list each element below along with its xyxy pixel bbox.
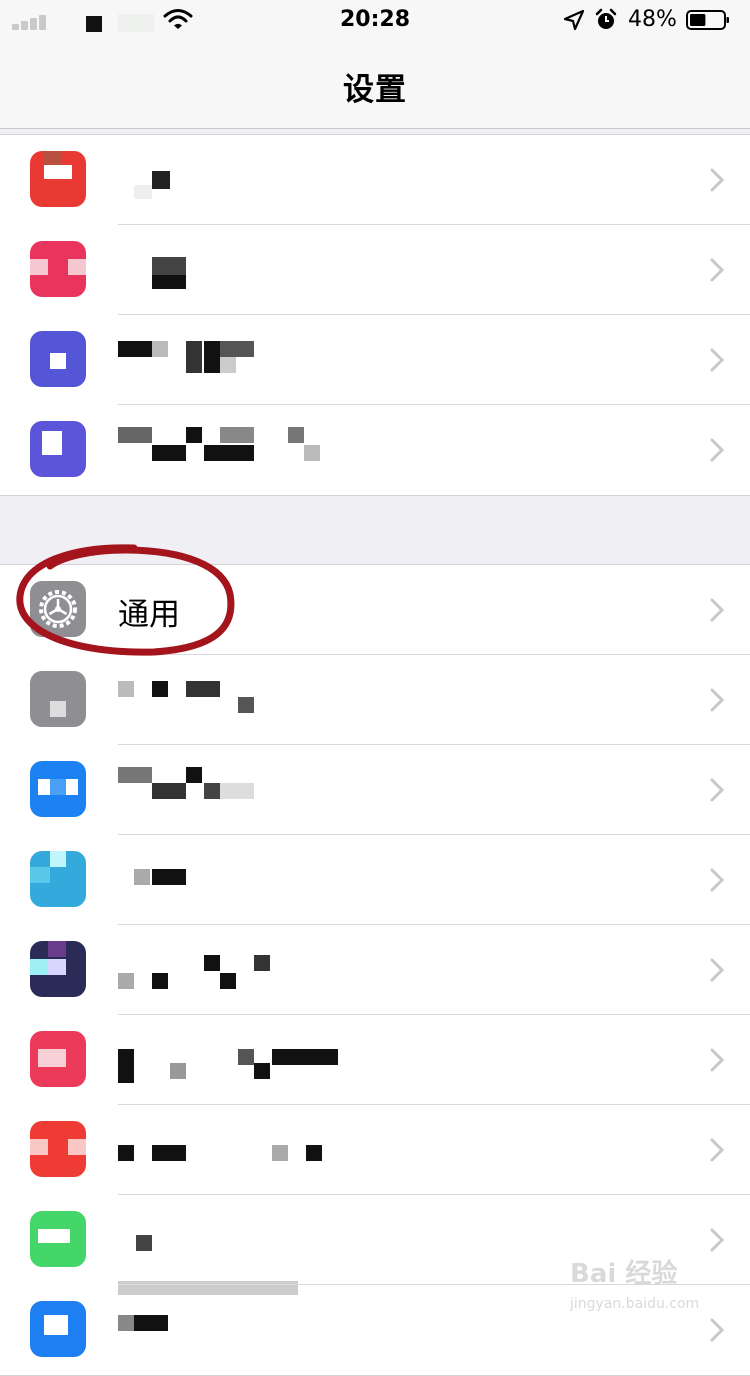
app-icon-blue [30,761,86,817]
app-icon-purple [30,941,86,997]
chevron-right-icon [710,168,724,192]
app-icon-gray [30,671,86,727]
chevron-right-icon [710,1318,724,1342]
settings-row[interactable] [0,225,750,315]
chevron-right-icon [710,868,724,892]
settings-row[interactable] [0,315,750,405]
row-label-obscured [118,1125,378,1175]
settings-row[interactable] [0,835,750,925]
gear-icon [30,581,86,637]
app-icon-cyan [30,851,86,907]
baidu-watermark-logo: Bai 经验 jingyan.baidu.com [570,1258,699,1312]
settings-row[interactable] [0,745,750,835]
app-icon-pink [30,241,86,297]
navigation-bar: 设置 [0,40,750,129]
app-icon-red [30,151,86,207]
settings-row[interactable] [0,405,750,495]
location-arrow-icon [563,9,585,31]
app-icon-red [30,1121,86,1177]
row-label-obscured [118,425,378,475]
chevron-right-icon [710,598,724,622]
battery-icon [686,10,729,30]
app-icon-blue [30,1301,86,1357]
app-icon-pink [30,1031,86,1087]
app-icon-indigo [30,331,86,387]
row-label-obscured [118,245,378,295]
chevron-right-icon [710,688,724,712]
chevron-right-icon [710,1138,724,1162]
general-label: 通用 [118,597,180,633]
battery-percent: 48% [628,7,677,32]
settings-row[interactable] [0,655,750,745]
app-icon-green [30,1211,86,1267]
chevron-right-icon [710,958,724,982]
settings-group-apps-top [0,134,750,496]
alarm-clock-icon [595,8,617,29]
chevron-right-icon [710,348,724,372]
row-label-obscured [118,335,378,385]
settings-row[interactable] [0,135,750,225]
chevron-right-icon [710,1048,724,1072]
chevron-right-icon [710,778,724,802]
settings-row-general[interactable]: 通用 [0,565,750,655]
status-bar: 20:28 48% [0,0,750,40]
row-label-obscured [118,1215,378,1295]
row-label-obscured [118,1305,378,1355]
settings-row[interactable] [0,1015,750,1105]
svg-text:Bai 经验: Bai 经验 [570,1258,677,1289]
chevron-right-icon [710,1228,724,1252]
row-label-obscured [118,1035,378,1085]
svg-text:jingyan.baidu.com: jingyan.baidu.com [570,1296,699,1312]
row-label-obscured [118,155,378,205]
row-label-obscured [118,765,378,815]
app-icon-violet [30,421,86,477]
page-title: 设置 [343,72,407,108]
row-label-obscured [118,855,378,905]
row-label-obscured [118,675,378,725]
chevron-right-icon [710,258,724,282]
settings-row[interactable] [0,1105,750,1195]
settings-row[interactable] [0,925,750,1015]
row-label-obscured [118,945,378,995]
chevron-right-icon [710,438,724,462]
